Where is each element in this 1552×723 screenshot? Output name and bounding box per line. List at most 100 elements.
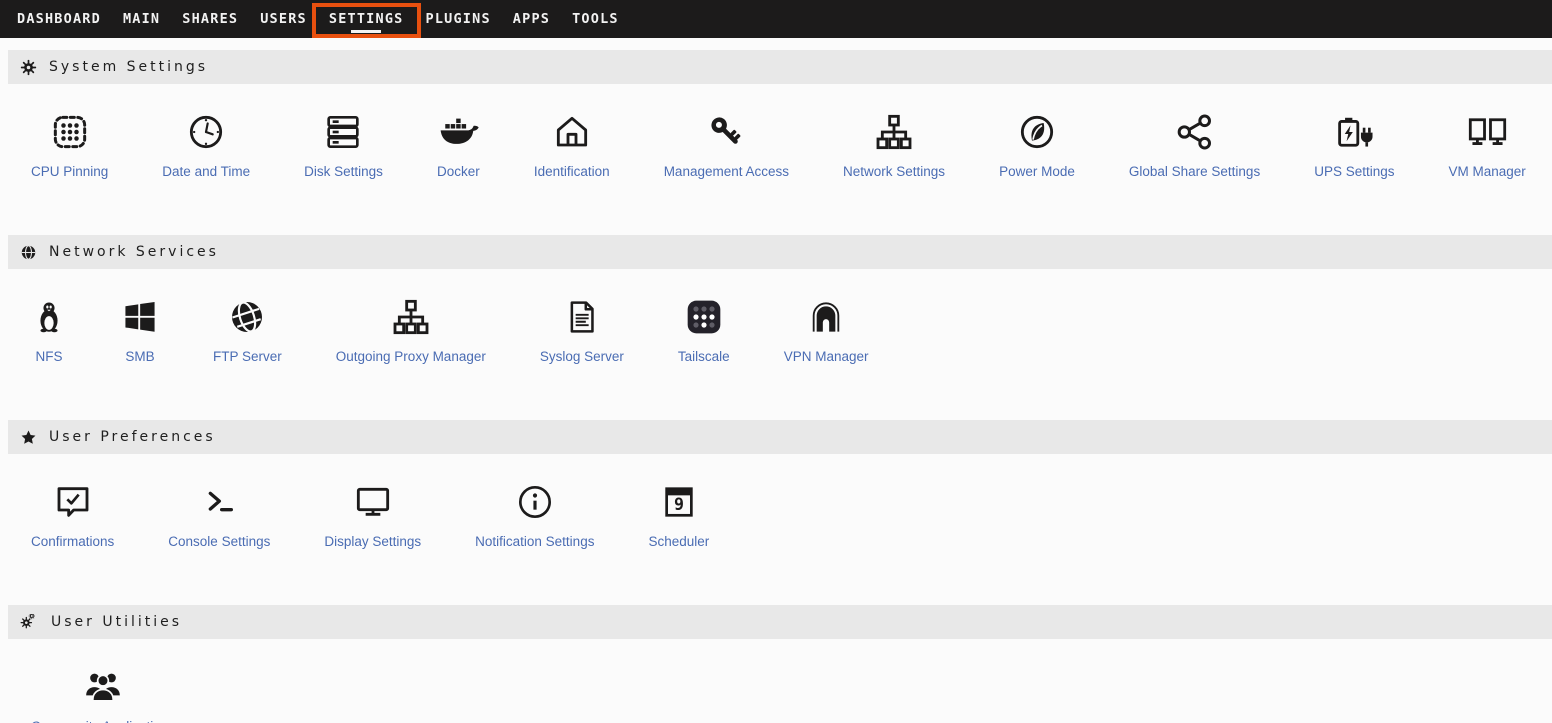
settings-item-date-and-time[interactable]: Date and Time bbox=[135, 110, 277, 179]
section-title: User Utilities bbox=[51, 614, 182, 630]
settings-item-tailscale[interactable]: Tailscale bbox=[651, 295, 757, 364]
section-network-services: Network Services NFS SMB FTP Server Outgoing… bbox=[0, 235, 1552, 408]
settings-item-global-share-settings[interactable]: Global Share Settings bbox=[1102, 110, 1287, 179]
settings-item-label: Global Share Settings bbox=[1129, 164, 1260, 179]
settings-item-smb[interactable]: SMB bbox=[94, 295, 186, 364]
settings-item-label: Docker bbox=[437, 164, 480, 179]
settings-item-label: Disk Settings bbox=[304, 164, 383, 179]
nav-tab-label: APPS bbox=[513, 11, 550, 27]
section-items-row: Confirmations Console Settings Display Set… bbox=[0, 454, 1552, 593]
settings-item-ups-settings[interactable]: UPS Settings bbox=[1287, 110, 1421, 179]
nav-tab-tools[interactable]: TOOLS bbox=[561, 0, 630, 38]
sitemap-icon bbox=[391, 295, 431, 337]
nav-tab-plugins[interactable]: PLUGINS bbox=[415, 0, 502, 38]
community-apps-icon bbox=[83, 665, 123, 707]
section-items-row: Community Applications bbox=[0, 639, 1552, 723]
settings-item-console-settings[interactable]: Console Settings bbox=[141, 480, 297, 549]
console-icon bbox=[199, 480, 239, 522]
settings-item-scheduler[interactable]: 9 Scheduler bbox=[621, 480, 736, 549]
settings-item-vpn-manager[interactable]: VPN Manager bbox=[757, 295, 896, 364]
tailscale-icon bbox=[684, 295, 724, 337]
settings-item-label: VPN Manager bbox=[784, 349, 869, 364]
settings-item-network-settings[interactable]: Network Settings bbox=[816, 110, 972, 179]
settings-item-confirmations[interactable]: Confirmations bbox=[4, 480, 141, 549]
section-title: Network Services bbox=[49, 244, 219, 260]
settings-item-community-applications[interactable]: Community Applications bbox=[4, 665, 202, 723]
settings-item-label: Syslog Server bbox=[540, 349, 624, 364]
nav-tab-label: SHARES bbox=[182, 11, 238, 27]
nav-tab-dashboard[interactable]: DASHBOARD bbox=[6, 0, 112, 38]
power-mode-icon bbox=[1017, 110, 1057, 152]
ups-icon bbox=[1333, 110, 1376, 152]
settings-item-label: Community Applications bbox=[31, 719, 175, 723]
disk-settings-icon bbox=[323, 110, 363, 152]
globe-solid-icon bbox=[227, 295, 267, 337]
section-title: User Preferences bbox=[49, 429, 216, 445]
settings-page: System Settings CPU Pinning Date and Time D… bbox=[0, 50, 1552, 723]
scheduler-icon: 9 bbox=[660, 480, 698, 522]
nav-tab-users[interactable]: USERS bbox=[249, 0, 318, 38]
settings-item-vm-manager[interactable]: VM Manager bbox=[1422, 110, 1552, 179]
section-system-settings: System Settings CPU Pinning Date and Time D… bbox=[0, 50, 1552, 223]
display-icon bbox=[353, 480, 393, 522]
settings-item-management-access[interactable]: Management Access bbox=[637, 110, 816, 179]
identification-icon bbox=[552, 110, 592, 152]
tux-icon bbox=[31, 295, 67, 337]
settings-item-label: Power Mode bbox=[999, 164, 1075, 179]
nav-tab-label: SETTINGS bbox=[329, 11, 404, 27]
settings-item-label: Scheduler bbox=[648, 534, 709, 549]
section-items-row: NFS SMB FTP Server Outgoing Proxy Manager Sy… bbox=[0, 269, 1552, 408]
section-user-preferences: User Preferences Confirmations Console Set… bbox=[0, 420, 1552, 593]
section-header-user-preferences: User Preferences bbox=[8, 420, 1552, 454]
section-header-user-utilities: User Utilities bbox=[8, 605, 1552, 639]
vm-manager-icon bbox=[1466, 110, 1509, 152]
settings-item-label: Outgoing Proxy Manager bbox=[336, 349, 486, 364]
date-time-icon bbox=[186, 110, 226, 152]
nav-tab-label: MAIN bbox=[123, 11, 160, 27]
settings-item-label: VM Manager bbox=[1449, 164, 1526, 179]
settings-item-label: SMB bbox=[125, 349, 154, 364]
settings-item-label: Confirmations bbox=[31, 534, 114, 549]
nav-tab-label: PLUGINS bbox=[426, 11, 491, 27]
globe-icon bbox=[20, 244, 37, 261]
gear-icon bbox=[20, 59, 37, 76]
vpn-icon bbox=[806, 295, 846, 337]
sitemap-icon bbox=[874, 110, 914, 152]
star-icon bbox=[20, 429, 37, 446]
docker-icon bbox=[437, 110, 480, 152]
settings-item-label: Display Settings bbox=[324, 534, 421, 549]
settings-item-label: Tailscale bbox=[678, 349, 730, 364]
settings-item-docker[interactable]: Docker bbox=[410, 110, 507, 179]
settings-item-cpu-pinning[interactable]: CPU Pinning bbox=[4, 110, 135, 179]
nav-tab-label: DASHBOARD bbox=[17, 11, 101, 27]
settings-item-label: Identification bbox=[534, 164, 610, 179]
settings-item-notification-settings[interactable]: Notification Settings bbox=[448, 480, 621, 549]
settings-item-syslog-server[interactable]: Syslog Server bbox=[513, 295, 651, 364]
section-header-network-services: Network Services bbox=[8, 235, 1552, 269]
notification-icon bbox=[515, 480, 555, 522]
settings-item-label: Management Access bbox=[664, 164, 789, 179]
cpu-pinning-icon bbox=[50, 110, 90, 152]
syslog-icon bbox=[563, 295, 601, 337]
nav-tab-label: USERS bbox=[260, 11, 307, 27]
settings-item-display-settings[interactable]: Display Settings bbox=[297, 480, 448, 549]
settings-item-nfs[interactable]: NFS bbox=[4, 295, 94, 364]
nav-tab-settings[interactable]: SETTINGS bbox=[318, 0, 415, 38]
management-access-icon bbox=[705, 110, 747, 152]
nav-tab-label: TOOLS bbox=[572, 11, 619, 27]
settings-item-label: CPU Pinning bbox=[31, 164, 108, 179]
settings-item-outgoing-proxy-manager[interactable]: Outgoing Proxy Manager bbox=[309, 295, 513, 364]
settings-item-disk-settings[interactable]: Disk Settings bbox=[277, 110, 410, 179]
nav-tab-shares[interactable]: SHARES bbox=[171, 0, 249, 38]
nav-tab-apps[interactable]: APPS bbox=[502, 0, 561, 38]
settings-item-ftp-server[interactable]: FTP Server bbox=[186, 295, 309, 364]
settings-item-label: UPS Settings bbox=[1314, 164, 1394, 179]
settings-item-label: NFS bbox=[36, 349, 63, 364]
nav-tab-main[interactable]: MAIN bbox=[112, 0, 171, 38]
settings-item-power-mode[interactable]: Power Mode bbox=[972, 110, 1102, 179]
section-title: System Settings bbox=[49, 59, 208, 75]
confirmations-icon bbox=[53, 480, 93, 522]
svg-text:9: 9 bbox=[674, 495, 684, 514]
section-items-row: CPU Pinning Date and Time Disk Settings Doc… bbox=[0, 84, 1552, 223]
settings-item-identification[interactable]: Identification bbox=[507, 110, 637, 179]
